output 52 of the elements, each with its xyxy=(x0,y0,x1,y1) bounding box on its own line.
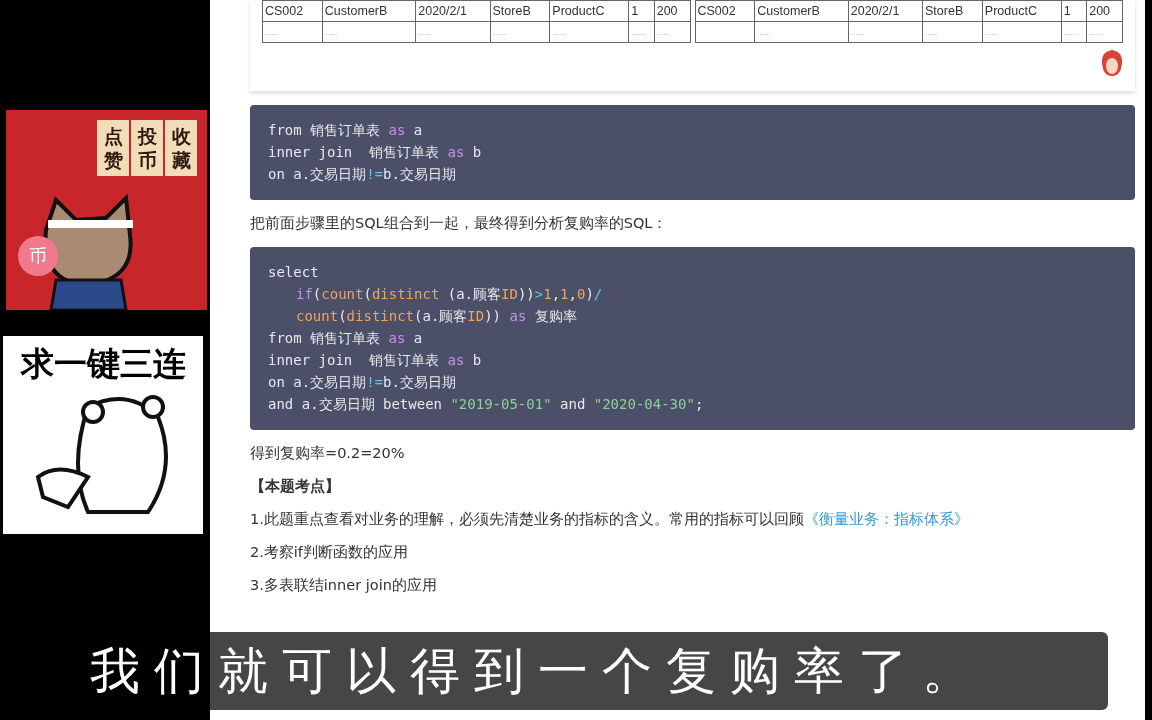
table-cell: CustomerB xyxy=(754,0,849,22)
table-cell: ProductC xyxy=(982,0,1062,22)
code-line: on a.交易日期!=b.交易日期 xyxy=(268,165,457,184)
table-cell: CS002 xyxy=(695,0,755,22)
section-heading: 【本题考点】 xyxy=(250,477,341,496)
sticker-label: 投币 xyxy=(131,120,163,176)
sticker-label: 收藏 xyxy=(165,120,197,176)
table-cell: ...... xyxy=(490,21,550,43)
table-cell: ...... xyxy=(754,21,849,43)
monkey-icon xyxy=(1101,49,1123,77)
paragraph: 1.此题重点查看对业务的理解，必须先清楚业务的指标的含义。常用的指标可以回顾《衡量业务：指标体系》 xyxy=(250,510,970,529)
table-cell: ...... xyxy=(262,21,323,43)
code-line: and a.交易日期 between "2019-05-01" and "2020-04-30"; xyxy=(268,395,705,414)
table-cell: ...... xyxy=(549,21,629,43)
table-cell: ...... xyxy=(848,21,923,43)
paragraph: 得到复购率=0.2=20% xyxy=(250,444,406,463)
table-cell: 2020/2/1 xyxy=(848,0,923,22)
sticker-caption: 求一键三连 xyxy=(20,343,186,385)
code-line: inner join 销售订单表 as b xyxy=(268,351,483,370)
code-line: on a.交易日期!=b.交易日期 xyxy=(268,373,457,392)
table-cell: ...... xyxy=(1061,21,1087,43)
table-cell: ...... xyxy=(654,21,690,43)
paragraph: 2.考察if判断函数的应用 xyxy=(250,543,409,562)
table-cell xyxy=(695,21,755,43)
table-cell: StoreB xyxy=(490,0,550,22)
article-link[interactable]: 《衡量业务：指标体系》 xyxy=(803,511,969,527)
table-cell: 200 xyxy=(654,0,690,22)
subtitle: 我们就可以得到一个复购率了。 xyxy=(90,632,1108,710)
sticker-label: 点赞 xyxy=(97,120,129,176)
paragraph: 把前面步骤里的SQL组合到一起，最终得到分析复购率的SQL： xyxy=(250,214,669,233)
coin-icon: 币 xyxy=(18,236,58,276)
table-cell: CustomerB xyxy=(322,0,416,22)
code-line: inner join 销售订单表 as b xyxy=(268,143,483,162)
table-cell: ...... xyxy=(415,21,490,43)
table-cell: 1 xyxy=(1061,0,1087,22)
table-cell: CS002 xyxy=(262,0,323,22)
table-cell: 1 xyxy=(628,0,655,22)
code-line: count(distinct(a.顾客ID)) as 复购率 xyxy=(295,307,578,326)
table-cell: 2020/2/1 xyxy=(415,0,490,22)
table-cell: ...... xyxy=(628,21,655,43)
code-line: from 销售订单表 as a xyxy=(268,329,424,348)
table-cell: 200 xyxy=(1086,0,1123,22)
paragraph: 3.多表联结inner join的应用 xyxy=(250,576,438,595)
code-line: from 销售订单表 as a xyxy=(268,121,424,140)
table-cell: StoreB xyxy=(922,0,983,22)
table-cell: ProductC xyxy=(549,0,629,22)
table-cell: ...... xyxy=(982,21,1062,43)
table-cell: ...... xyxy=(922,21,983,43)
code-line: select xyxy=(268,263,320,282)
table-cell: ...... xyxy=(322,21,416,43)
code-line: if(count(distinct (a.顾客ID))>1,1,0)/ xyxy=(295,285,604,304)
table-cell: ...... xyxy=(1086,21,1123,43)
